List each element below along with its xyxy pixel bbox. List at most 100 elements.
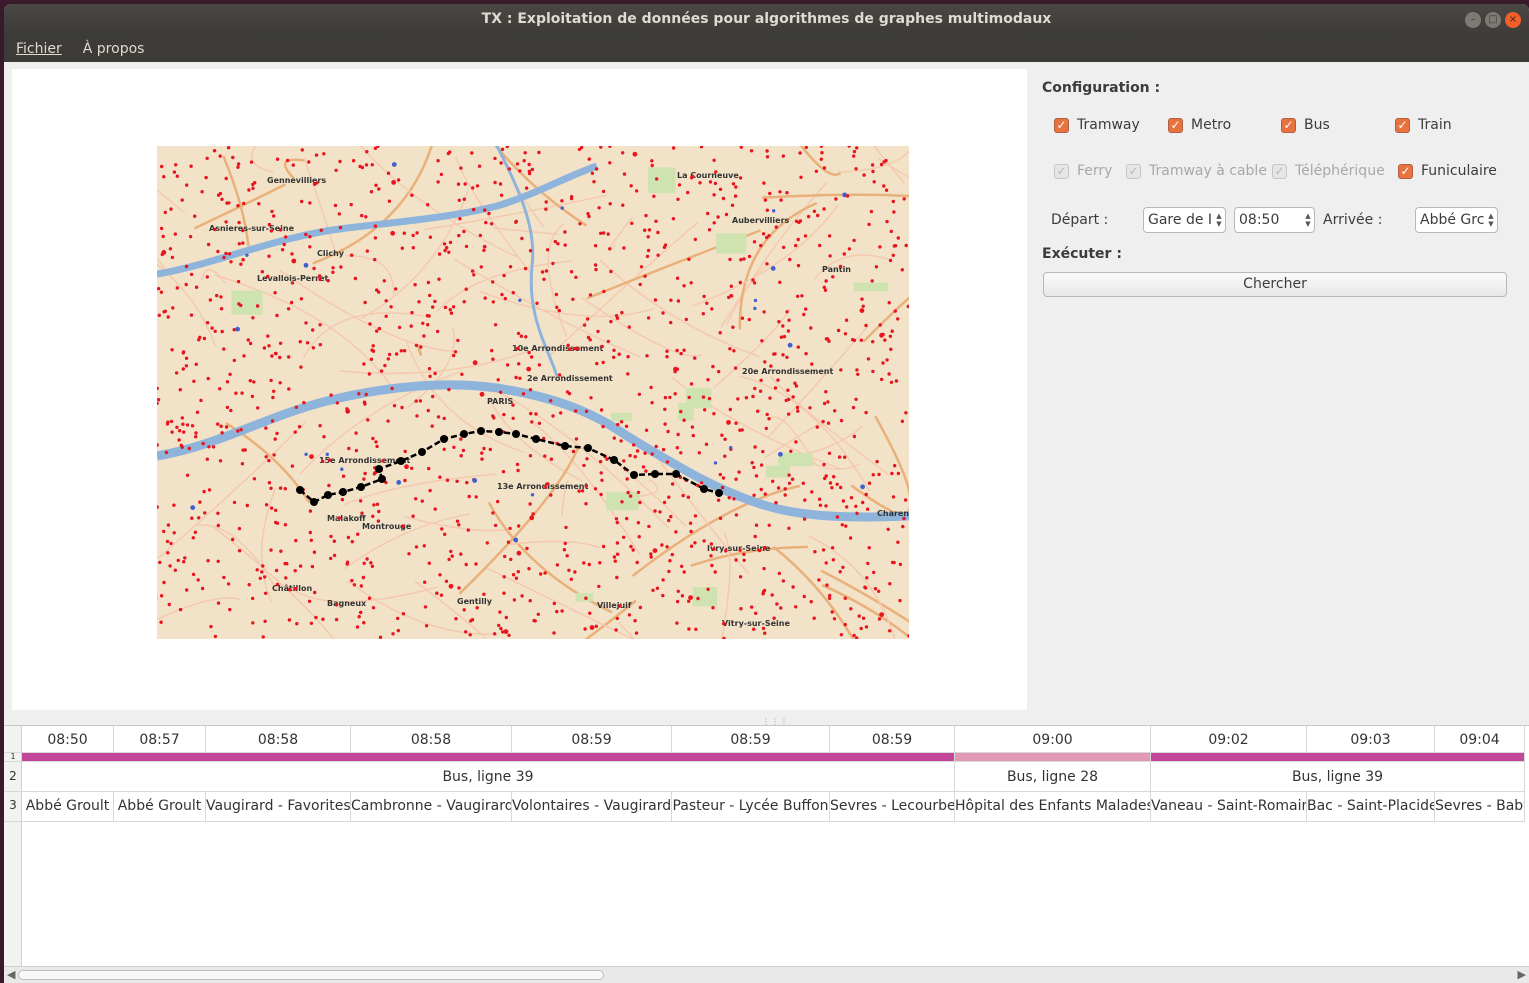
map-stop: [594, 167, 599, 171]
line-color-cell[interactable]: [22, 753, 955, 762]
time-header-cell[interactable]: 09:00: [955, 726, 1151, 753]
transit-line-cell[interactable]: Bus, ligne 28: [955, 762, 1151, 792]
time-header-cell[interactable]: 08:59: [830, 726, 955, 753]
route-stop: [512, 430, 520, 438]
depart-select[interactable]: Gare de I ▲ ▼: [1143, 207, 1226, 233]
map-stop: [693, 514, 698, 518]
map-stop: [369, 357, 374, 361]
map-stop: [810, 362, 814, 366]
transit-line-cell[interactable]: Bus, ligne 39: [22, 762, 955, 792]
checkbox-funiculaire[interactable]: ✓ Funiculaire: [1398, 161, 1497, 181]
checkbox-ferry[interactable]: ✓ Ferry: [1054, 161, 1112, 181]
map-stop: [410, 193, 414, 197]
time-header-cell[interactable]: 09:04: [1435, 726, 1525, 753]
stop-cell[interactable]: Bac - Saint-Placide: [1307, 792, 1435, 822]
map-stop: [414, 545, 419, 549]
map-stop: [457, 523, 461, 527]
map-stop: [585, 317, 590, 321]
map-stop: [371, 349, 376, 353]
checkbox-tramway[interactable]: ✓ Tramway: [1054, 115, 1140, 135]
map-stop: [687, 395, 691, 400]
map-stop: [841, 565, 845, 569]
map-stop: [762, 310, 766, 314]
map-stop: [626, 372, 630, 376]
map-stop: [493, 632, 497, 636]
map-stop: [291, 163, 295, 167]
map-stop: [185, 423, 190, 427]
map-stop: [839, 418, 844, 423]
stop-cell[interactable]: Sevres - Lecourbe: [830, 792, 955, 822]
menu-fichier[interactable]: Fichier: [4, 36, 71, 62]
checkbox-train[interactable]: ✓ Train: [1395, 115, 1452, 135]
map-stop: [171, 306, 175, 310]
close-icon[interactable]: ×: [1505, 12, 1521, 28]
checkbox-tramway-cable[interactable]: ✓ Tramway à cable: [1126, 161, 1267, 181]
checkbox-metro[interactable]: ✓ Metro: [1168, 115, 1231, 135]
stop-cell[interactable]: Volontaires - Vaugirard: [512, 792, 672, 822]
time-header-cell[interactable]: 08:59: [672, 726, 830, 753]
scroll-right-icon[interactable]: ▶: [1518, 968, 1526, 981]
arrivee-select[interactable]: Abbé Grc ▲ ▼: [1415, 207, 1498, 233]
map-stop: [220, 431, 224, 435]
time-header-cell[interactable]: 09:02: [1151, 726, 1307, 753]
stop-cell[interactable]: Pasteur - Lycée Buffon: [672, 792, 830, 822]
stop-cell[interactable]: Hôpital des Enfants Malades: [955, 792, 1151, 822]
time-header-cell[interactable]: 09:03: [1307, 726, 1435, 753]
map-stop: [419, 345, 423, 349]
row-number[interactable]: 2: [4, 762, 22, 792]
stop-cell[interactable]: Abbé Groult: [114, 792, 206, 822]
stop-cell[interactable]: Vaugirard - Favorites: [206, 792, 351, 822]
line-color-cell[interactable]: [955, 753, 1151, 762]
transit-line-cell[interactable]: Bus, ligne 39: [1151, 762, 1525, 792]
map-stop: [172, 503, 176, 507]
map-stop: [747, 317, 751, 322]
scroll-left-icon[interactable]: ◀: [7, 968, 15, 981]
row-number[interactable]: 1: [4, 753, 22, 762]
stop-cell[interactable]: Cambronne - Vaugirard: [351, 792, 512, 822]
stop-cell[interactable]: Abbé Groult: [22, 792, 114, 822]
map-stop: [852, 338, 857, 342]
map-stop: [194, 431, 198, 435]
row-number[interactable]: 3: [4, 792, 22, 822]
time-header-cell[interactable]: 08:57: [114, 726, 206, 753]
map-stop: [759, 463, 764, 467]
map-stop: [396, 628, 400, 633]
map-stop: [261, 564, 265, 568]
map-stop: [750, 461, 754, 465]
minimize-icon[interactable]: –: [1465, 12, 1481, 28]
stop-cell[interactable]: Sevres - Babylone: [1435, 792, 1525, 822]
time-header-cell[interactable]: 08:58: [351, 726, 512, 753]
stop-cell[interactable]: Vaneau - Saint-Romain: [1151, 792, 1307, 822]
map-stop: [787, 342, 793, 348]
map-stop: [464, 244, 469, 249]
transit-map[interactable]: GennevilliersLa CourneuveAubervilliersAs…: [157, 146, 909, 639]
map-stop: [189, 272, 194, 277]
checkbox-bus[interactable]: ✓ Bus: [1281, 115, 1330, 135]
checkbox-telepherique[interactable]: ✓ Téléphérique: [1272, 161, 1385, 181]
map-stop: [650, 401, 654, 405]
menu-apropos[interactable]: À propos: [71, 36, 154, 62]
search-button[interactable]: Chercher: [1043, 272, 1507, 297]
map-stop: [877, 589, 881, 593]
maximize-icon[interactable]: □: [1485, 12, 1501, 28]
line-color-cell[interactable]: [1151, 753, 1525, 762]
row-header: 1 2 3: [4, 726, 22, 970]
time-header-cell[interactable]: 08:50: [22, 726, 114, 753]
map-stop: [688, 521, 693, 525]
spin-arrows-icon[interactable]: ▲ ▼: [1304, 212, 1312, 228]
map-stop: [375, 444, 379, 449]
map-stop: [470, 618, 475, 622]
map-stop: [304, 321, 308, 325]
horizontal-scrollbar[interactable]: ◀ ▶: [4, 966, 1529, 983]
time-header-cell[interactable]: 08:59: [512, 726, 672, 753]
time-header-cell[interactable]: 08:58: [206, 726, 351, 753]
scrollbar-thumb[interactable]: [18, 970, 604, 980]
title-bar[interactable]: TX : Exploitation de données pour algori…: [4, 4, 1529, 36]
time-spinbox[interactable]: 08:50 ▲ ▼: [1234, 207, 1315, 233]
map-stop: [170, 430, 174, 434]
map-stop: [182, 560, 186, 564]
map-park: [765, 465, 791, 478]
spin-arrows-icon[interactable]: ▲ ▼: [1487, 212, 1495, 228]
spin-arrows-icon[interactable]: ▲ ▼: [1215, 212, 1223, 228]
map-stop: [854, 397, 858, 401]
